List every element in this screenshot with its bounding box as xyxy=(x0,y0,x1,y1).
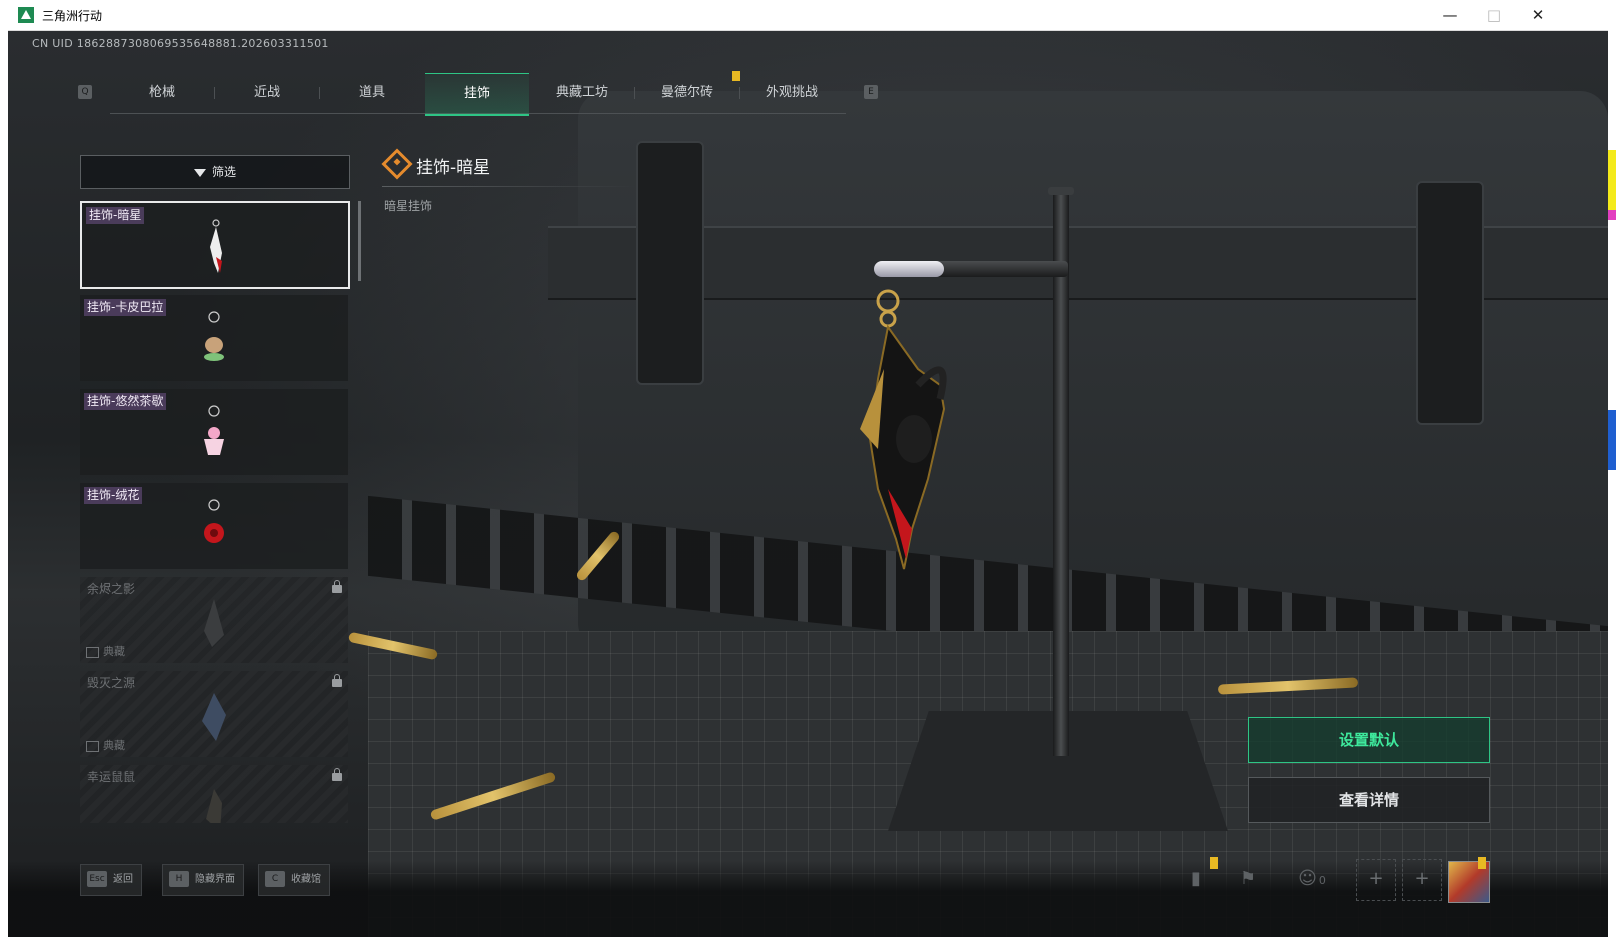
charm-list: 挂饰-暗星 挂饰-卡皮巴拉 挂饰-悠然茶歇 挂饰-绒花 余烬之影 典藏 毁灭之源… xyxy=(80,201,350,823)
list-item[interactable]: 挂饰-绒花 xyxy=(80,483,348,569)
list-item[interactable]: 挂饰-卡皮巴拉 xyxy=(80,295,348,381)
dark-star-charm-model xyxy=(860,289,947,570)
tab-melee[interactable]: 近战 xyxy=(215,73,319,113)
case-latch-left xyxy=(636,141,704,385)
hotkey-cap: H xyxy=(169,871,189,887)
list-scrollbar[interactable] xyxy=(358,201,361,281)
detail-subtitle: 暗星挂饰 xyxy=(384,199,433,213)
team-slot-add[interactable]: + xyxy=(1356,859,1396,901)
filter-button[interactable]: 筛选 xyxy=(80,155,350,189)
maximize-button[interactable]: □ xyxy=(1472,0,1516,30)
tab-collection-workshop[interactable]: 典藏工坊 xyxy=(530,73,634,113)
category-tabs: 枪械 近战 道具 挂饰 典藏工坊 曼德尔砖 外观挑战 xyxy=(110,73,846,116)
tab-props[interactable]: 道具 xyxy=(320,73,424,113)
collection-tag: 典藏 xyxy=(86,737,125,753)
hide-ui-hotkey[interactable]: H 隐藏界面 xyxy=(162,864,244,896)
back-hotkey[interactable]: Esc 返回 xyxy=(80,864,142,896)
collection-tag: 典藏 xyxy=(86,643,125,659)
minimize-button[interactable]: — xyxy=(1428,0,1472,30)
tab-prev-key[interactable]: Q xyxy=(78,85,92,99)
collection-tag-icon xyxy=(86,740,99,752)
tab-appearance-challenge[interactable]: 外观挑战 xyxy=(740,73,844,113)
window-title: 三角洲行动 xyxy=(42,9,103,23)
detail-divider xyxy=(382,186,636,187)
filter-icon xyxy=(193,168,206,177)
charm-thumbnail xyxy=(204,599,224,647)
collection-tag-label: 典藏 xyxy=(103,645,125,658)
player-uid: CN UID 1862887308069535648881.2026033115… xyxy=(32,37,329,50)
close-button[interactable]: ✕ xyxy=(1516,0,1560,30)
charm-stand-arm-tip xyxy=(874,261,944,277)
charm-category-icon xyxy=(381,148,413,180)
desktop-edge-fragment xyxy=(1608,410,1616,470)
hotkey-cap: Esc xyxy=(87,871,107,887)
list-item[interactable]: 挂饰-悠然茶歇 xyxy=(80,389,348,475)
item-label: 幸运鼠鼠 xyxy=(87,770,136,784)
detail-title: 挂饰-暗星 xyxy=(416,158,491,178)
lock-icon xyxy=(332,580,342,593)
collection-tag-icon xyxy=(86,646,99,658)
item-label: 毁灭之源 xyxy=(87,676,136,690)
stats-icon[interactable]: ▮ xyxy=(1178,859,1214,899)
tab-next-key[interactable]: E xyxy=(864,85,878,99)
team-slot-add[interactable]: + xyxy=(1402,859,1442,901)
item-label: 挂饰-悠然茶歇 xyxy=(84,393,167,410)
item-label: 挂饰-暗星 xyxy=(86,207,145,224)
charm-thumbnail xyxy=(210,219,222,273)
desktop-edge-fragment xyxy=(1608,150,1616,210)
flag-icon[interactable]: ⚑ xyxy=(1230,859,1266,899)
charm-stand-cap xyxy=(1048,187,1074,195)
view-details-button[interactable]: 查看详情 xyxy=(1248,777,1490,823)
lock-icon xyxy=(332,768,342,781)
item-label: 挂饰-卡皮巴拉 xyxy=(84,299,167,316)
item-label: 挂饰-绒花 xyxy=(84,487,143,504)
hotkey-label: 返回 xyxy=(113,874,133,885)
charm-thumbnail xyxy=(206,789,222,823)
case-latch-right xyxy=(1416,181,1484,425)
friends-glyph: ☺ xyxy=(1298,868,1317,889)
item-label: 余烬之影 xyxy=(87,582,136,596)
desktop-edge-fragment xyxy=(1608,210,1616,220)
tab-mandel-brick[interactable]: 曼德尔砖 xyxy=(635,73,739,113)
charm-thumbnail xyxy=(204,499,224,543)
friends-icon[interactable]: ☺ 0 xyxy=(1292,859,1332,899)
list-item[interactable]: 挂饰-暗星 xyxy=(80,201,350,289)
lock-icon xyxy=(332,674,342,687)
collection-hall-hotkey[interactable]: C 收藏馆 xyxy=(258,864,330,896)
collection-tag-label: 典藏 xyxy=(103,739,125,752)
charm-thumbnail xyxy=(202,693,226,741)
filter-label: 筛选 xyxy=(211,165,236,179)
tab-guns[interactable]: 枪械 xyxy=(110,73,214,113)
friends-count: 0 xyxy=(1318,874,1326,887)
charm-thumbnail xyxy=(204,311,224,361)
charm-thumbnail xyxy=(204,405,224,455)
list-item-locked[interactable]: 幸运鼠鼠 xyxy=(80,765,348,823)
app-logo-icon xyxy=(18,7,34,23)
list-item-locked[interactable]: 余烬之影 典藏 xyxy=(80,577,348,663)
tab-charms[interactable]: 挂饰 xyxy=(425,73,529,116)
notification-marker xyxy=(1478,857,1486,869)
window-titlebar: 三角洲行动 — □ ✕ xyxy=(8,0,1608,31)
game-viewport: CN UID 1862887308069535648881.2026033115… xyxy=(8,31,1608,937)
hotkey-label: 隐藏界面 xyxy=(195,874,235,885)
set-default-button[interactable]: 设置默认 xyxy=(1248,717,1490,763)
list-item-locked[interactable]: 毁灭之源 典藏 xyxy=(80,671,348,757)
hotkey-cap: C xyxy=(265,871,285,887)
hotkey-label: 收藏馆 xyxy=(291,874,321,885)
